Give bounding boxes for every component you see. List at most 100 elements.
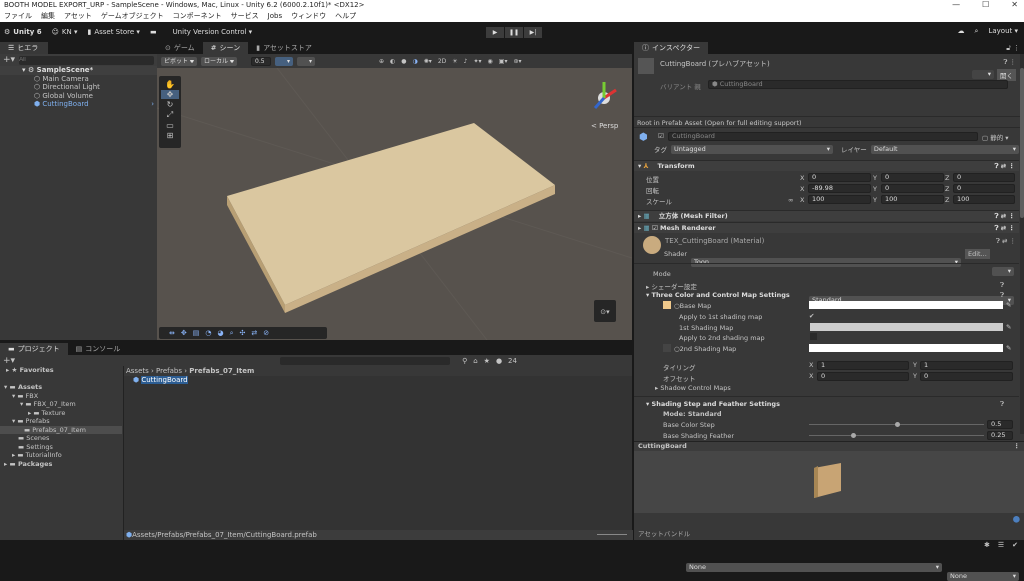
base-step-slider[interactable] (809, 424, 984, 425)
check-icon[interactable]: ✔ (1012, 541, 1018, 549)
audio-icon[interactable]: ♪ (464, 58, 468, 65)
lit-icon[interactable]: ◑ (413, 58, 418, 65)
variant-field[interactable]: ⬢ CuttingBoard (708, 80, 1008, 89)
tool-icon[interactable]: ◔ (205, 329, 211, 337)
scene-row[interactable]: ▾ ⚙ SampleScene* (0, 66, 157, 75)
transform-x-field[interactable]: 0 (808, 173, 871, 182)
base-step-field[interactable]: 0.5 (987, 420, 1013, 429)
menu-window[interactable]: ウィンドウ (291, 11, 326, 22)
gizmos-icon[interactable]: ⊛▾ (513, 58, 521, 65)
menu-assets[interactable]: アセット (64, 11, 92, 22)
scene-viewport[interactable]: < Persp ✋✥↻⤢▭⊞ ⊙▾ ⇹✥▤◔◕⌕✣⇄⊘ (157, 68, 632, 340)
hierarchy-item[interactable]: ⬡ Directional Light (0, 83, 157, 92)
filter-icon[interactable]: ⚲ (462, 357, 467, 365)
shaded-icon[interactable]: ● (401, 58, 406, 65)
shader-settings-foldout[interactable]: ▸ シェーダー設定 (646, 281, 697, 291)
tab-console[interactable]: ▤コンソール (68, 343, 129, 355)
hierarchy-search-input[interactable] (19, 56, 154, 65)
base-map-thumbnail[interactable] (663, 301, 671, 309)
layout-dropdown[interactable]: Layout ▾ (988, 27, 1018, 36)
tab-game[interactable]: ⊙ゲーム (157, 42, 203, 54)
version-control-button[interactable]: Unity Version Control ▾ (173, 28, 253, 36)
debug-icon[interactable]: ✱ (984, 541, 990, 549)
favorites-item[interactable]: ▸ ★ Favorites (0, 366, 122, 375)
create-button[interactable]: +▾ (3, 356, 15, 366)
tab-scene[interactable]: #シーン (203, 42, 249, 54)
tree-item-assets[interactable]: ▾ ▬ Assets (0, 383, 122, 392)
transform-y-field[interactable]: 0 (881, 173, 944, 182)
minimize-button[interactable]: — (952, 0, 960, 9)
link-icon[interactable]: ∞ (788, 196, 793, 204)
breadcrumb-item[interactable]: Prefabs (156, 367, 182, 375)
move-tool-icon[interactable]: ✥ (161, 90, 179, 99)
menu-gameobject[interactable]: ゲームオブジェクト (101, 11, 164, 22)
tag-dropdown[interactable]: Untagged (671, 145, 833, 154)
asset-bundle-dropdown[interactable]: None (686, 563, 942, 572)
asset-store-button[interactable]: ▮Asset Store ▾ (87, 28, 139, 36)
star-icon[interactable]: ★ (484, 357, 490, 365)
tree-item[interactable]: ▾ ▬ Prefabs (0, 417, 122, 426)
offset-y[interactable]: 0 (920, 372, 1013, 381)
bug-icon[interactable]: ☰ (998, 541, 1004, 549)
overrides-dropdown[interactable] (972, 70, 994, 79)
menu-file[interactable]: ファイル (4, 11, 32, 22)
preview-area[interactable] (634, 451, 1024, 513)
account-button[interactable]: ☺KN ▾ (52, 28, 78, 36)
tree-item[interactable]: ▬ Scenes (0, 434, 122, 443)
close-button[interactable]: ✕ (1011, 0, 1018, 9)
camera-icon[interactable]: ▣▾ (499, 58, 508, 65)
transform-z-field[interactable]: 100 (953, 195, 1015, 204)
camera-overlay[interactable]: ⊙▾ (594, 300, 616, 322)
pivot-dropdown[interactable]: ピボット ▾ (161, 57, 197, 66)
rect-tool-icon[interactable]: ▭ (166, 121, 174, 130)
tiling-y[interactable]: 1 (920, 361, 1013, 370)
transform-x-field[interactable]: 100 (808, 195, 871, 204)
transform-x-field[interactable]: -89.98 (808, 184, 871, 193)
shader-options-dropdown[interactable] (992, 267, 1014, 276)
lighting-icon[interactable]: ☀ (452, 58, 457, 65)
mode-2d-button[interactable]: 2D (438, 58, 446, 65)
snap-increment[interactable]: 0.5 (251, 57, 271, 66)
tool-icon[interactable]: ⌕ (230, 329, 234, 338)
tab-asset-store[interactable]: ▮アセットストア (248, 42, 320, 54)
globe-icon[interactable]: ⊕ (379, 58, 384, 65)
cloud-icon[interactable]: ☁ (958, 27, 965, 36)
transform-header[interactable]: ▾ ⅄ Transform❓︎ ⇄ ⋮ (634, 160, 1019, 171)
mesh-renderer-header[interactable]: ▸ ▦ ☑ Mesh Renderer❓︎ ⇄ ⋮ (634, 222, 1019, 233)
maximize-button[interactable]: ☐ (982, 0, 989, 9)
feather-field[interactable]: 0.25 (987, 431, 1013, 440)
project-search-input[interactable] (280, 357, 450, 365)
transform-z-field[interactable]: 0 (953, 184, 1015, 193)
breadcrumb-item[interactable]: Assets (126, 367, 149, 375)
lock-icon[interactable]: 🔓︎ ⋮ (1006, 44, 1020, 53)
help-icon[interactable]: ❓︎ (1000, 281, 1004, 290)
menu-help[interactable]: ヘルプ (335, 11, 356, 22)
visibility-icon[interactable]: ◉ (488, 58, 493, 65)
tool-icon[interactable]: ▤ (193, 329, 200, 337)
eyedropper-icon[interactable]: ✎ (1006, 323, 1011, 331)
shadow-maps-foldout[interactable]: ▸ Shadow Control Maps (655, 384, 731, 392)
transform-y-field[interactable]: 100 (881, 195, 944, 204)
tool-icon[interactable]: ⇄ (251, 329, 257, 337)
eyedropper-icon[interactable]: ✎ (1006, 344, 1011, 352)
hierarchy-item-selected[interactable]: ⬢ CuttingBoard› (0, 100, 157, 109)
slider-knob[interactable] (851, 433, 856, 438)
tool-icon[interactable]: ⇹ (169, 329, 175, 337)
apply2-checkbox[interactable] (810, 333, 817, 340)
tree-item[interactable]: ▸ ▬ TutorialInfo (0, 451, 122, 460)
menu-component[interactable]: コンポーネント (173, 11, 222, 22)
tool-icon[interactable]: ✥ (181, 329, 187, 337)
orientation-gizmo[interactable] (595, 82, 616, 108)
gizmo-icon[interactable]: ✺▾ (424, 58, 432, 65)
transform-tool-icon[interactable]: ⊞ (167, 131, 174, 140)
breadcrumb-item[interactable]: Prefabs_07_Item (189, 367, 254, 375)
layer-dropdown[interactable]: Default (871, 145, 1019, 154)
eyedropper-icon[interactable]: ✎ (1006, 301, 1011, 309)
tool-icon[interactable]: ◕ (217, 329, 223, 337)
step-button[interactable]: ▶| (524, 27, 542, 38)
local-dropdown[interactable]: ローカル ▾ (201, 57, 237, 66)
tool-icon[interactable]: ✣ (240, 329, 246, 337)
shading2-thumbnail[interactable] (663, 344, 671, 352)
base-color-field[interactable] (809, 301, 1003, 309)
help-icon[interactable]: ❓︎ (1000, 291, 1004, 300)
